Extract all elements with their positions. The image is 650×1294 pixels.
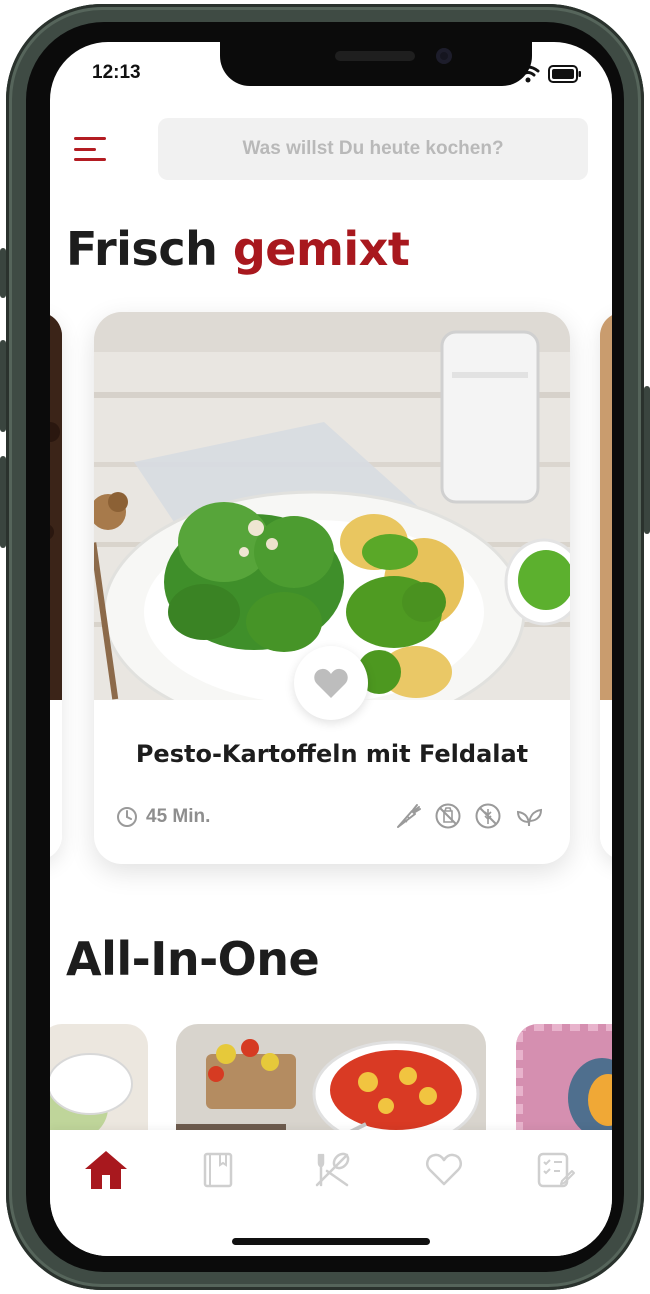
nav-recipes[interactable] bbox=[302, 1144, 362, 1196]
nav-cookbook[interactable] bbox=[188, 1144, 248, 1196]
recipe-image-previous bbox=[50, 312, 62, 860]
search-placeholder: Was willst Du heute kochen? bbox=[242, 138, 504, 159]
cutlery-icon bbox=[315, 1152, 350, 1187]
screen: 12:13 Was willst Du heute kochen? Frisch… bbox=[50, 42, 612, 1256]
section-title-main: Frisch bbox=[66, 222, 218, 276]
section-title-fresh: Frisch gemixt bbox=[66, 222, 410, 276]
section-title-accent: gemixt bbox=[232, 222, 410, 276]
speaker bbox=[335, 51, 415, 61]
home-indicator[interactable] bbox=[232, 1238, 430, 1245]
power-button bbox=[644, 386, 650, 534]
notch bbox=[220, 42, 532, 86]
search-input[interactable]: Was willst Du heute kochen? bbox=[158, 118, 588, 180]
recipe-image-next bbox=[600, 312, 612, 860]
nav-favorites[interactable] bbox=[414, 1144, 474, 1196]
no-gluten-icon bbox=[475, 803, 501, 829]
carrot-icon bbox=[397, 804, 421, 828]
front-camera bbox=[436, 48, 452, 64]
recipe-card-next[interactable] bbox=[600, 312, 612, 860]
section-title-all-in-one: All-In-One bbox=[66, 932, 320, 986]
battery-icon bbox=[548, 65, 581, 83]
phone-frame: 12:13 Was willst Du heute kochen? Frisch… bbox=[0, 4, 650, 1290]
heart-icon bbox=[426, 1153, 462, 1186]
no-lactose-icon bbox=[435, 803, 461, 829]
recipe-card-previous[interactable] bbox=[50, 312, 62, 860]
volume-up-button bbox=[0, 340, 6, 432]
mute-switch bbox=[0, 248, 6, 298]
cookbook-icon bbox=[203, 1152, 233, 1188]
volume-down-button bbox=[0, 456, 6, 548]
recipe-time: 45 Min. bbox=[116, 806, 210, 828]
nav-home[interactable] bbox=[76, 1144, 136, 1196]
featured-recipe-card[interactable]: Pesto-Kartoffeln mit Feldalat 45 Min. bbox=[94, 312, 570, 864]
shopping-list-icon bbox=[537, 1152, 575, 1188]
menu-line bbox=[74, 137, 106, 140]
diet-icons bbox=[394, 802, 544, 830]
recipe-time-label: 45 Min. bbox=[146, 806, 211, 827]
nav-shopping-list[interactable] bbox=[526, 1144, 586, 1196]
menu-button[interactable] bbox=[74, 134, 110, 164]
recipe-image bbox=[94, 312, 570, 700]
status-time: 12:13 bbox=[92, 62, 141, 83]
menu-line bbox=[74, 158, 106, 161]
plant-icon bbox=[516, 808, 543, 827]
favorite-button[interactable] bbox=[294, 646, 368, 720]
clock-icon bbox=[117, 807, 137, 827]
recipe-title: Pesto-Kartoffeln mit Feldalat bbox=[135, 740, 529, 768]
home-icon bbox=[85, 1151, 127, 1189]
heart-icon bbox=[314, 668, 348, 698]
menu-line bbox=[74, 147, 96, 151]
